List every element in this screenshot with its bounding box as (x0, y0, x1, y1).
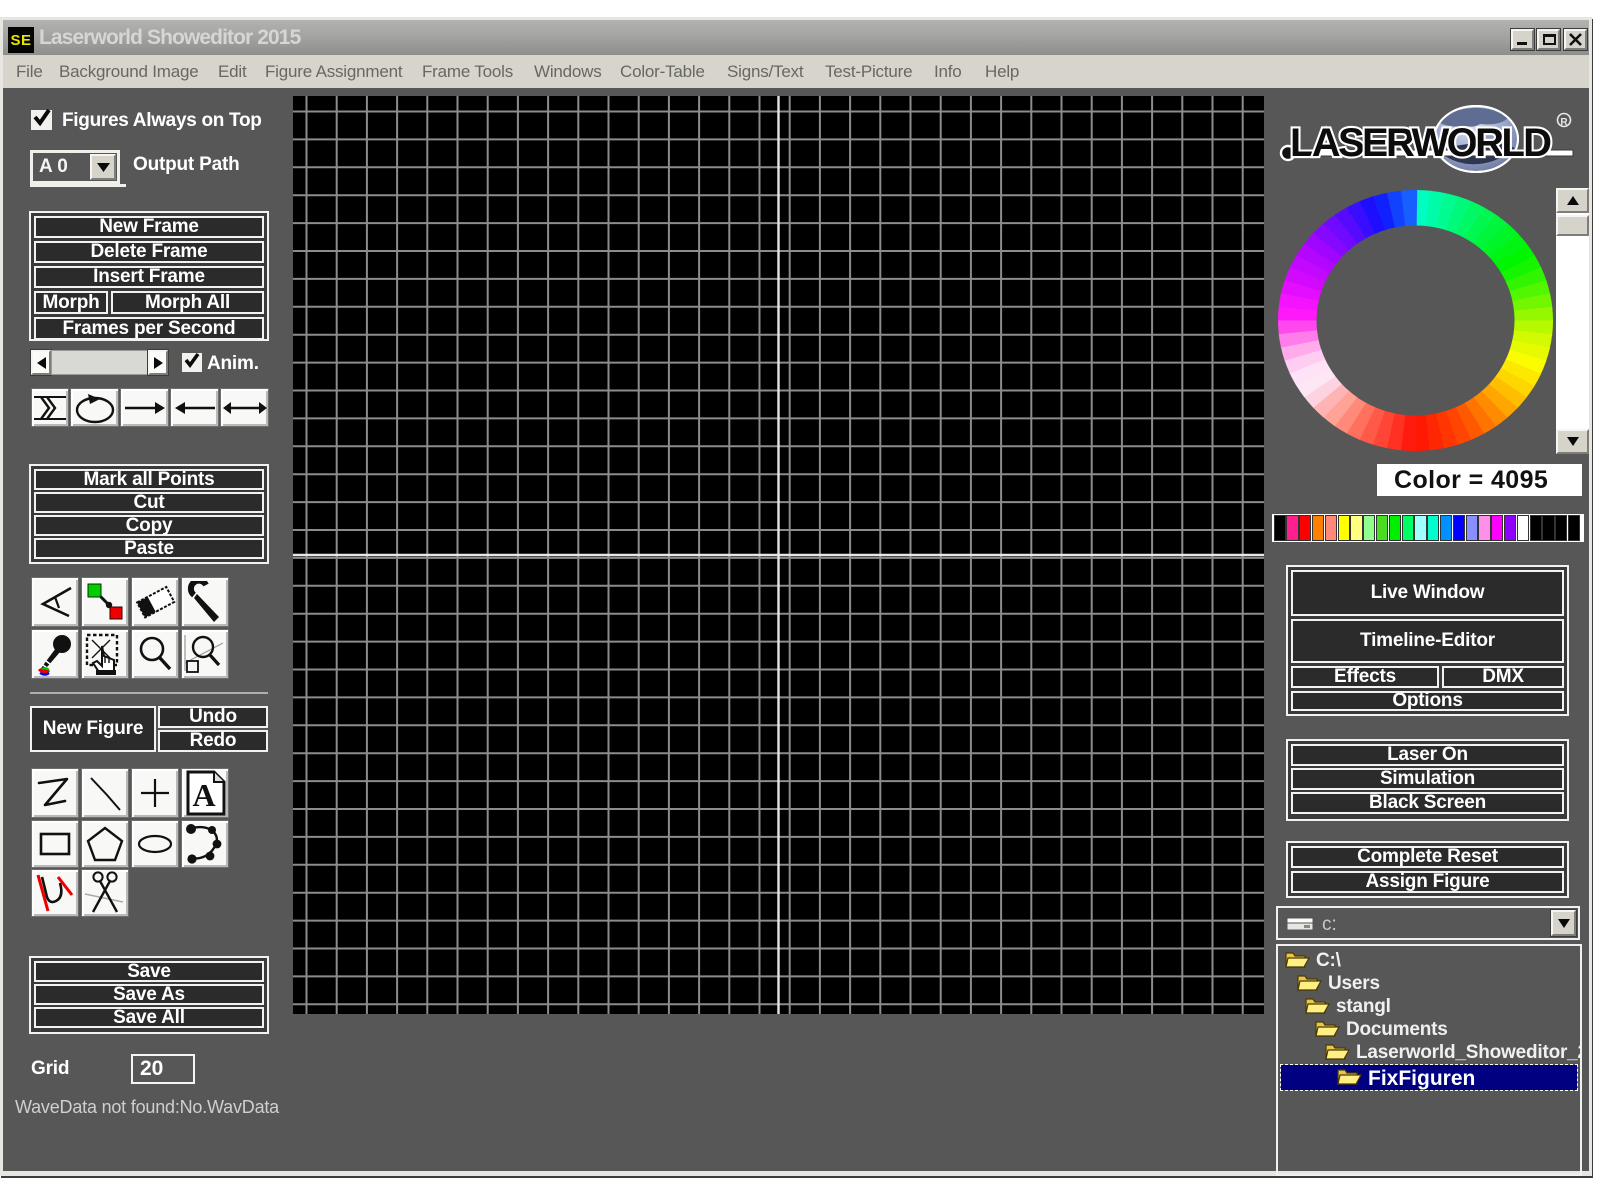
svg-text:R: R (1560, 117, 1568, 128)
svg-text:LASERWORLD: LASERWORLD (1290, 121, 1552, 165)
svg-text:A: A (192, 777, 215, 813)
